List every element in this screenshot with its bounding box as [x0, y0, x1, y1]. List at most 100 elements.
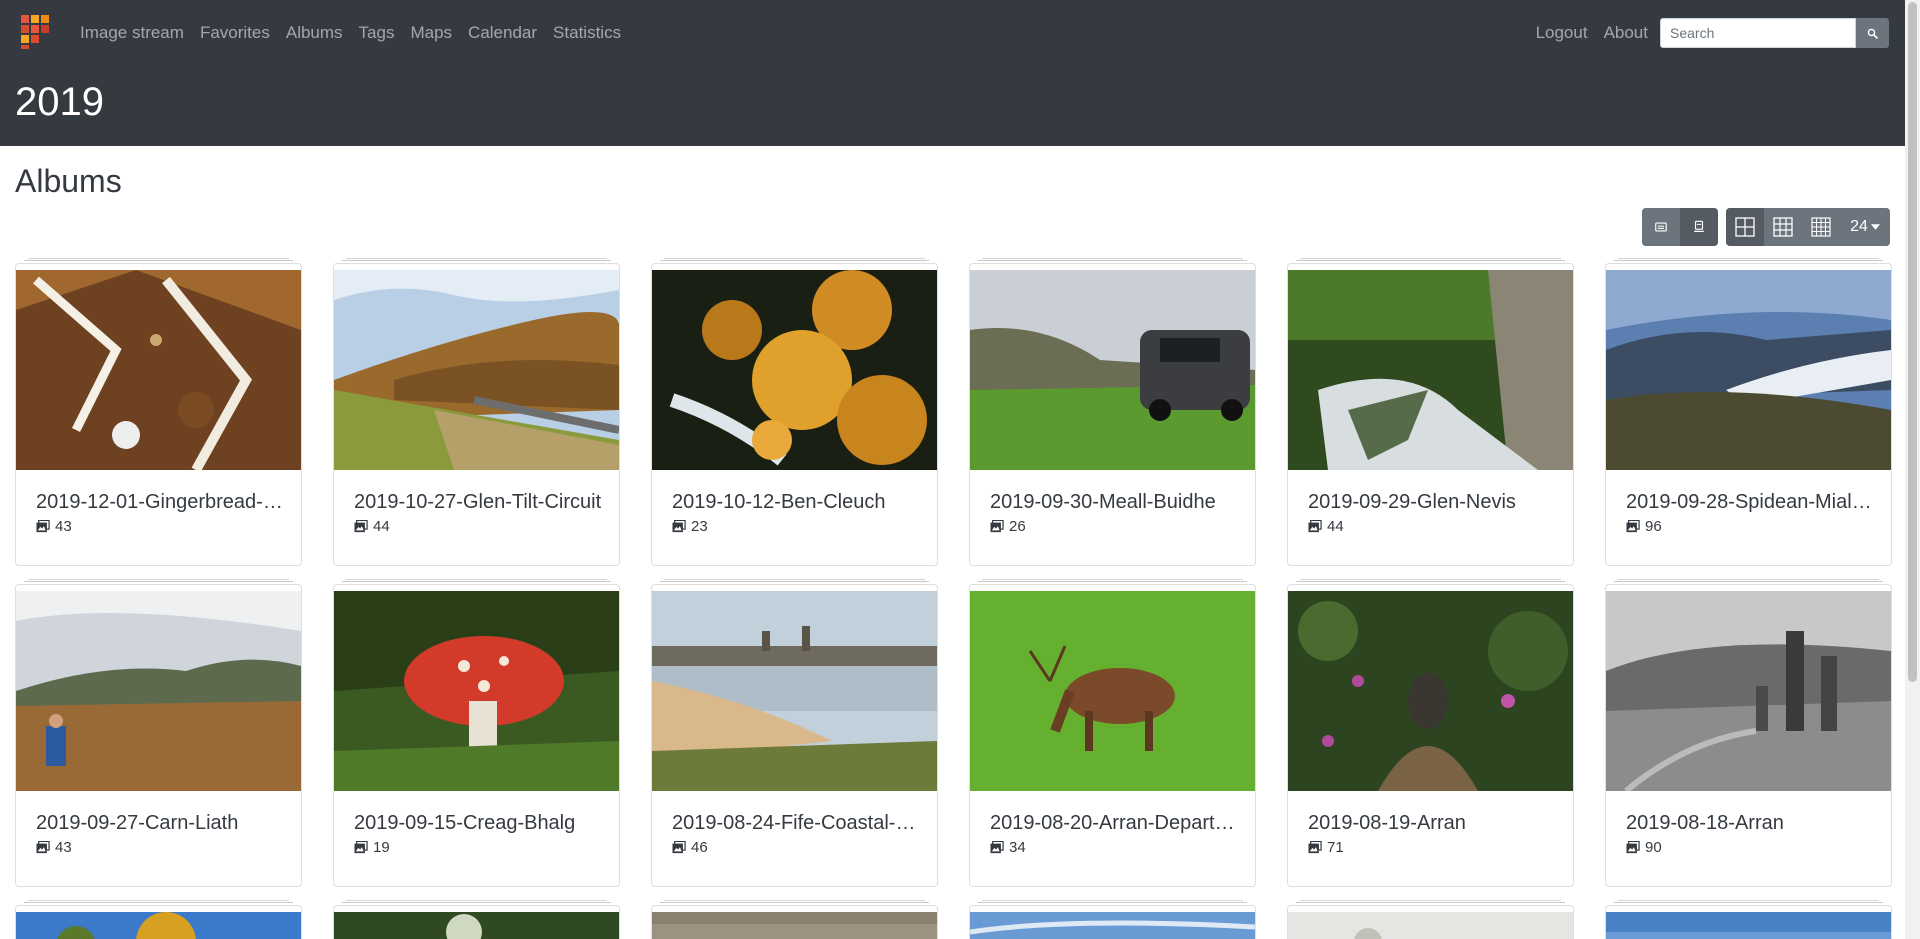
- album-thumbnail: [1606, 270, 1891, 470]
- chevron-down-icon: [1870, 224, 1880, 230]
- search-input[interactable]: [1660, 18, 1856, 48]
- album-photo-count: 44: [1327, 518, 1344, 535]
- grid-4x4-icon: [1811, 217, 1831, 237]
- album-card[interactable]: [969, 900, 1256, 939]
- album-title[interactable]: 2019-08-24-Fife-Coastal-Path: [672, 812, 924, 835]
- search-form: [1660, 18, 1889, 48]
- grid-2x2-icon: [1735, 217, 1755, 237]
- album-photo-count: 43: [55, 839, 72, 856]
- photos-icon: [1626, 520, 1640, 533]
- nav-albums[interactable]: Albums: [278, 22, 351, 44]
- album-count: 23: [672, 518, 708, 535]
- album-title[interactable]: 2019-08-19-Arran: [1308, 812, 1560, 835]
- scrollbar-thumb[interactable]: [1908, 2, 1917, 682]
- album-thumbnail: [334, 912, 619, 939]
- album-thumbnail: [1288, 912, 1573, 939]
- album-title[interactable]: 2019-12-01-Gingerbread-House: [36, 491, 288, 514]
- album-count: 46: [672, 839, 708, 856]
- album-title[interactable]: 2019-08-18-Arran: [1626, 812, 1878, 835]
- album-card[interactable]: 2019-08-20-Arran-Departure 34: [969, 579, 1256, 887]
- per-page-dropdown[interactable]: 24: [1840, 208, 1890, 246]
- album-card[interactable]: 2019-08-24-Fife-Coastal-Path 46: [651, 579, 938, 887]
- card-view-button[interactable]: [1680, 208, 1718, 246]
- album-card[interactable]: 2019-09-29-Glen-Nevis 44: [1287, 258, 1574, 566]
- nav-right: Logout About: [1528, 18, 1889, 48]
- grid-4x4-button[interactable]: [1802, 208, 1840, 246]
- photos-icon: [354, 520, 368, 533]
- album-card[interactable]: 2019-09-27-Carn-Liath 43: [15, 579, 302, 887]
- album-card[interactable]: 2019-09-15-Creag-Bhalg 19: [333, 579, 620, 887]
- nav-image-stream[interactable]: Image stream: [72, 22, 192, 44]
- nav-maps[interactable]: Maps: [402, 22, 460, 44]
- album-count: 26: [990, 518, 1026, 535]
- photos-icon: [1308, 841, 1322, 854]
- list-icon: [1655, 222, 1667, 232]
- album-card[interactable]: 2019-09-30-Meall-Buidhe 26: [969, 258, 1256, 566]
- album-title[interactable]: 2019-09-29-Glen-Nevis: [1308, 491, 1560, 514]
- nav-tags[interactable]: Tags: [351, 22, 403, 44]
- about-link[interactable]: About: [1596, 22, 1656, 44]
- grid-3x3-icon: [1773, 217, 1793, 237]
- album-thumbnail: [652, 591, 937, 791]
- album-thumbnail: [1288, 591, 1573, 791]
- album-thumbnail: [1606, 912, 1891, 939]
- album-photo-count: 23: [691, 518, 708, 535]
- album-card[interactable]: 2019-08-19-Arran 71: [1287, 579, 1574, 887]
- album-thumbnail: [16, 591, 301, 791]
- grid-2x2-button[interactable]: [1726, 208, 1764, 246]
- album-title[interactable]: 2019-10-12-Ben-Cleuch: [672, 491, 924, 514]
- album-thumbnail: [1288, 270, 1573, 470]
- album-photo-count: 90: [1645, 839, 1662, 856]
- album-count: 90: [1626, 839, 1662, 856]
- photos-icon: [672, 520, 686, 533]
- album-thumbnail: [334, 591, 619, 791]
- nav-statistics[interactable]: Statistics: [545, 22, 629, 44]
- nav-calendar[interactable]: Calendar: [460, 22, 545, 44]
- album-thumbnail: [334, 270, 619, 470]
- album-title[interactable]: 2019-09-27-Carn-Liath: [36, 812, 288, 835]
- album-count: 44: [354, 518, 390, 535]
- album-card[interactable]: 2019-10-27-Glen-Tilt-Circuit 44: [333, 258, 620, 566]
- search-icon: [1867, 28, 1878, 39]
- album-card[interactable]: [333, 900, 620, 939]
- nav-favorites[interactable]: Favorites: [192, 22, 278, 44]
- grid-3x3-button[interactable]: [1764, 208, 1802, 246]
- album-card[interactable]: [1287, 900, 1574, 939]
- photos-icon: [354, 841, 368, 854]
- album-card[interactable]: 2019-08-18-Arran 90: [1605, 579, 1892, 887]
- album-thumbnail: [970, 591, 1255, 791]
- album-title[interactable]: 2019-09-15-Creag-Bhalg: [354, 812, 606, 835]
- list-view-button[interactable]: [1642, 208, 1680, 246]
- album-card[interactable]: [651, 900, 938, 939]
- view-mode-group: [1642, 208, 1718, 246]
- album-thumbnail: [652, 270, 937, 470]
- navbar: Image stream Favorites Albums Tags Maps …: [0, 0, 1905, 146]
- album-count: 71: [1308, 839, 1344, 856]
- album-count: 19: [354, 839, 390, 856]
- grid-size-group: 24: [1726, 208, 1890, 246]
- site-logo[interactable]: [21, 15, 51, 49]
- logout-link[interactable]: Logout: [1528, 22, 1596, 44]
- album-card[interactable]: 2019-09-28-Spidean-Mialach 96: [1605, 258, 1892, 566]
- album-photo-count: 44: [373, 518, 390, 535]
- photos-icon: [36, 520, 50, 533]
- view-toolbar: 24: [1642, 208, 1890, 246]
- album-title[interactable]: 2019-10-27-Glen-Tilt-Circuit: [354, 491, 606, 514]
- album-count: 44: [1308, 518, 1344, 535]
- album-card[interactable]: [1605, 900, 1892, 939]
- photos-icon: [1626, 841, 1640, 854]
- album-title[interactable]: 2019-09-30-Meall-Buidhe: [990, 491, 1242, 514]
- album-thumbnail: [1606, 591, 1891, 791]
- album-title[interactable]: 2019-08-20-Arran-Departure: [990, 812, 1242, 835]
- album-photo-count: 26: [1009, 518, 1026, 535]
- album-card[interactable]: 2019-10-12-Ben-Cleuch 23: [651, 258, 938, 566]
- album-card[interactable]: 2019-12-01-Gingerbread-House 43: [15, 258, 302, 566]
- search-button[interactable]: [1856, 18, 1889, 48]
- section-title: Albums: [15, 163, 122, 199]
- album-card[interactable]: [15, 900, 302, 939]
- photos-icon: [672, 841, 686, 854]
- album-thumbnail: [16, 270, 301, 470]
- album-title[interactable]: 2019-09-28-Spidean-Mialach: [1626, 491, 1878, 514]
- album-photo-count: 71: [1327, 839, 1344, 856]
- page-scrollbar[interactable]: [1905, 0, 1920, 939]
